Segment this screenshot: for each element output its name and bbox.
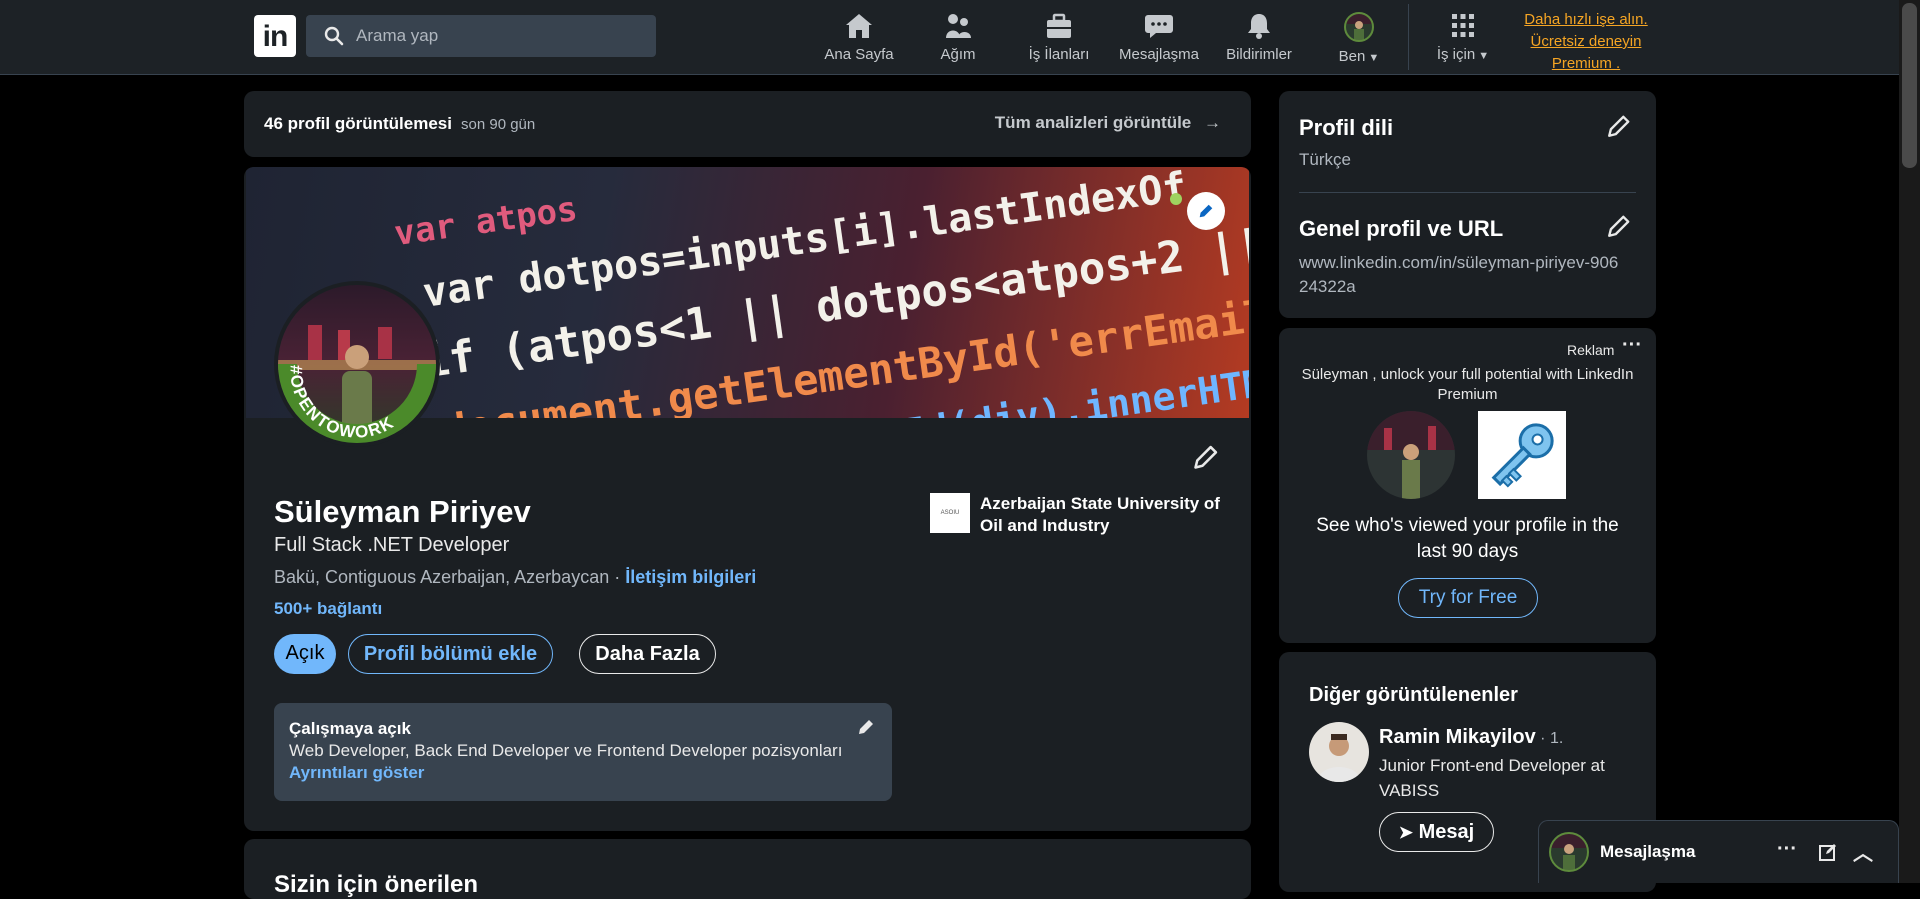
open-to-button[interactable]: Açık xyxy=(274,634,336,674)
messaging-more-icon[interactable]: ··· xyxy=(1777,838,1797,861)
more-button[interactable]: Daha Fazla xyxy=(579,634,716,674)
chevron-down-icon: ▼ xyxy=(1475,50,1490,62)
nav-label: Ana Sayfa xyxy=(824,46,894,63)
profile-language-value: Türkçe xyxy=(1299,150,1351,169)
try-for-free-button[interactable]: Try for Free xyxy=(1398,578,1538,618)
divider xyxy=(1299,192,1636,193)
nav-for-business[interactable]: İş için ▼ xyxy=(1432,12,1494,63)
key-image xyxy=(1478,411,1566,499)
person-name: Ramin Mikayilov xyxy=(1379,726,1536,748)
profile-name: Süleyman Piriyev xyxy=(274,494,531,529)
nav-home[interactable]: Ana Sayfa xyxy=(820,12,898,63)
profile-settings-card: Profil dili Türkçe Genel profil ve URL w… xyxy=(1279,91,1656,318)
home-icon xyxy=(846,14,872,38)
avatar xyxy=(1549,832,1589,872)
public-profile-title: Genel profil ve URL xyxy=(1299,216,1504,241)
add-profile-section-button[interactable]: Profil bölümü ekle xyxy=(348,634,553,674)
messaging-overlay[interactable]: Mesajlaşma ··· ︿ xyxy=(1538,820,1899,883)
avatar xyxy=(1344,12,1374,42)
nav-label: İş için xyxy=(1436,46,1476,63)
nav-label: İş İlanları xyxy=(1028,46,1090,63)
send-icon: ➤ xyxy=(1398,823,1414,842)
profile-location-row: Bakü, Contiguous Azerbaijan, Azerbaycan … xyxy=(274,567,756,588)
profile-headline: Full Stack .NET Developer xyxy=(274,534,510,556)
messaging-icon xyxy=(1145,15,1173,38)
premium-line: Premium . xyxy=(1551,55,1621,72)
open-to-work-title: Çalışmaya açık xyxy=(289,719,411,738)
nav-label: Ağım xyxy=(940,46,976,63)
linkedin-logo[interactable]: in xyxy=(254,15,296,57)
search-icon xyxy=(324,26,344,46)
network-icon xyxy=(946,14,971,38)
person-avatar[interactable] xyxy=(1309,722,1369,782)
nav-label: Mesajlaşma xyxy=(1118,46,1200,63)
suggested-section-card: Sizin için önerilen xyxy=(244,839,1251,899)
nav-divider xyxy=(1408,4,1409,70)
section-title: Sizin için önerilen xyxy=(274,871,479,898)
notifications-icon xyxy=(1248,14,1270,39)
message-button[interactable]: ➤ Mesaj xyxy=(1379,812,1494,852)
edit-pencil-icon[interactable] xyxy=(856,717,876,737)
ad-user-avatar xyxy=(1367,411,1455,499)
edit-language-pencil-icon[interactable] xyxy=(1606,113,1632,139)
premium-ad-card: Reklam ··· Süleyman , unlock your full p… xyxy=(1279,328,1656,643)
jobs-icon xyxy=(1047,13,1071,38)
show-details-link[interactable]: Ayrıntıları göster xyxy=(289,763,424,783)
profile-views-card: 46 profil görüntülemesi son 90 gün Tüm a… xyxy=(244,91,1251,157)
avatar: #OPENTOWORK xyxy=(278,285,436,443)
ad-description: See who's viewed your profile in the las… xyxy=(1316,515,1619,562)
edit-intro-pencil-icon[interactable] xyxy=(1192,443,1220,471)
top-nav-bar: in Ana Sayfa Ağım İş İlanları Mesajlaşma… xyxy=(0,0,1899,75)
open-to-work-box[interactable]: Çalışmaya açık Web Developer, Back End D… xyxy=(274,703,892,801)
premium-line: Daha hızlı işe alın. xyxy=(1524,11,1648,28)
connections-link[interactable]: 500+ bağlantı xyxy=(274,599,382,619)
person-headline: Junior Front-end Developer at VABISS xyxy=(1379,756,1605,800)
search-box[interactable] xyxy=(306,15,656,57)
banner-code-line: var atpos xyxy=(392,189,580,254)
all-analytics-label: Tüm analizleri görüntüle xyxy=(994,113,1192,132)
profile-views-period: son 90 gün xyxy=(461,116,536,133)
nav-messaging[interactable]: Mesajlaşma xyxy=(1116,12,1202,63)
chevron-down-icon: ▼ xyxy=(1365,52,1380,64)
pencil-icon xyxy=(1199,204,1213,218)
contact-info-link[interactable]: İletişim bilgileri xyxy=(625,567,756,587)
open-to-work-desc: Web Developer, Back End Developer ve Fro… xyxy=(289,741,843,760)
public-profile-url[interactable]: www.linkedin.com/in/süleyman-piriyev-906… xyxy=(1299,251,1619,299)
grid-icon xyxy=(1452,14,1474,37)
ad-label: Reklam xyxy=(1567,342,1615,358)
premium-line: Ücretsiz deneyin xyxy=(1530,33,1642,50)
nav-label: Bildirimler xyxy=(1226,46,1292,63)
profile-location: Bakü, Contiguous Azerbaijan, Azerbaycan … xyxy=(274,567,621,587)
profile-language-title: Profil dili xyxy=(1299,115,1394,140)
profile-photo[interactable]: #OPENTOWORK xyxy=(274,281,440,447)
others-viewed-title: Diğer görüntülenenler xyxy=(1309,684,1518,706)
profile-card: var atpos var dotpos=inputs[i].lastIndex… xyxy=(244,167,1251,831)
arrow-right-icon: → xyxy=(1204,113,1221,132)
edit-banner-button[interactable] xyxy=(1187,192,1225,230)
search-input[interactable] xyxy=(356,15,646,57)
profile-views-count[interactable]: 46 profil görüntülemesi xyxy=(264,114,452,134)
premium-promo-link[interactable]: Daha hızlı işe alın. Ücretsiz deneyin Pr… xyxy=(1518,9,1654,75)
compose-icon[interactable] xyxy=(1818,842,1838,862)
nav-label: Ben xyxy=(1338,48,1366,65)
nav-notifications[interactable]: Bildirimler xyxy=(1222,12,1296,63)
message-button-label: Mesaj xyxy=(1418,821,1475,843)
ad-headline: Süleyman , unlock your full potential wi… xyxy=(1301,366,1634,403)
key-icon xyxy=(1491,423,1554,488)
nav-me[interactable]: Ben ▼ xyxy=(1330,12,1388,65)
person-name-row[interactable]: Ramin Mikayilov · 1. xyxy=(1379,726,1563,749)
nav-jobs[interactable]: İş İlanları xyxy=(1022,12,1096,63)
university-logo: ASOIU xyxy=(930,493,970,533)
nav-network[interactable]: Ağım xyxy=(928,12,988,63)
scrollbar-thumb[interactable] xyxy=(1902,3,1917,168)
connection-degree: · 1. xyxy=(1540,730,1564,747)
all-analytics-link[interactable]: Tüm analizleri görüntüle → xyxy=(995,113,1221,133)
edit-url-pencil-icon[interactable] xyxy=(1606,213,1632,239)
ad-more-icon[interactable]: ··· xyxy=(1622,334,1642,357)
university-name: Azerbaijan State University of Oil and I… xyxy=(980,494,1220,535)
messaging-label: Mesajlaşma xyxy=(1600,842,1696,861)
chevron-up-icon[interactable]: ︿ xyxy=(1853,837,1873,866)
